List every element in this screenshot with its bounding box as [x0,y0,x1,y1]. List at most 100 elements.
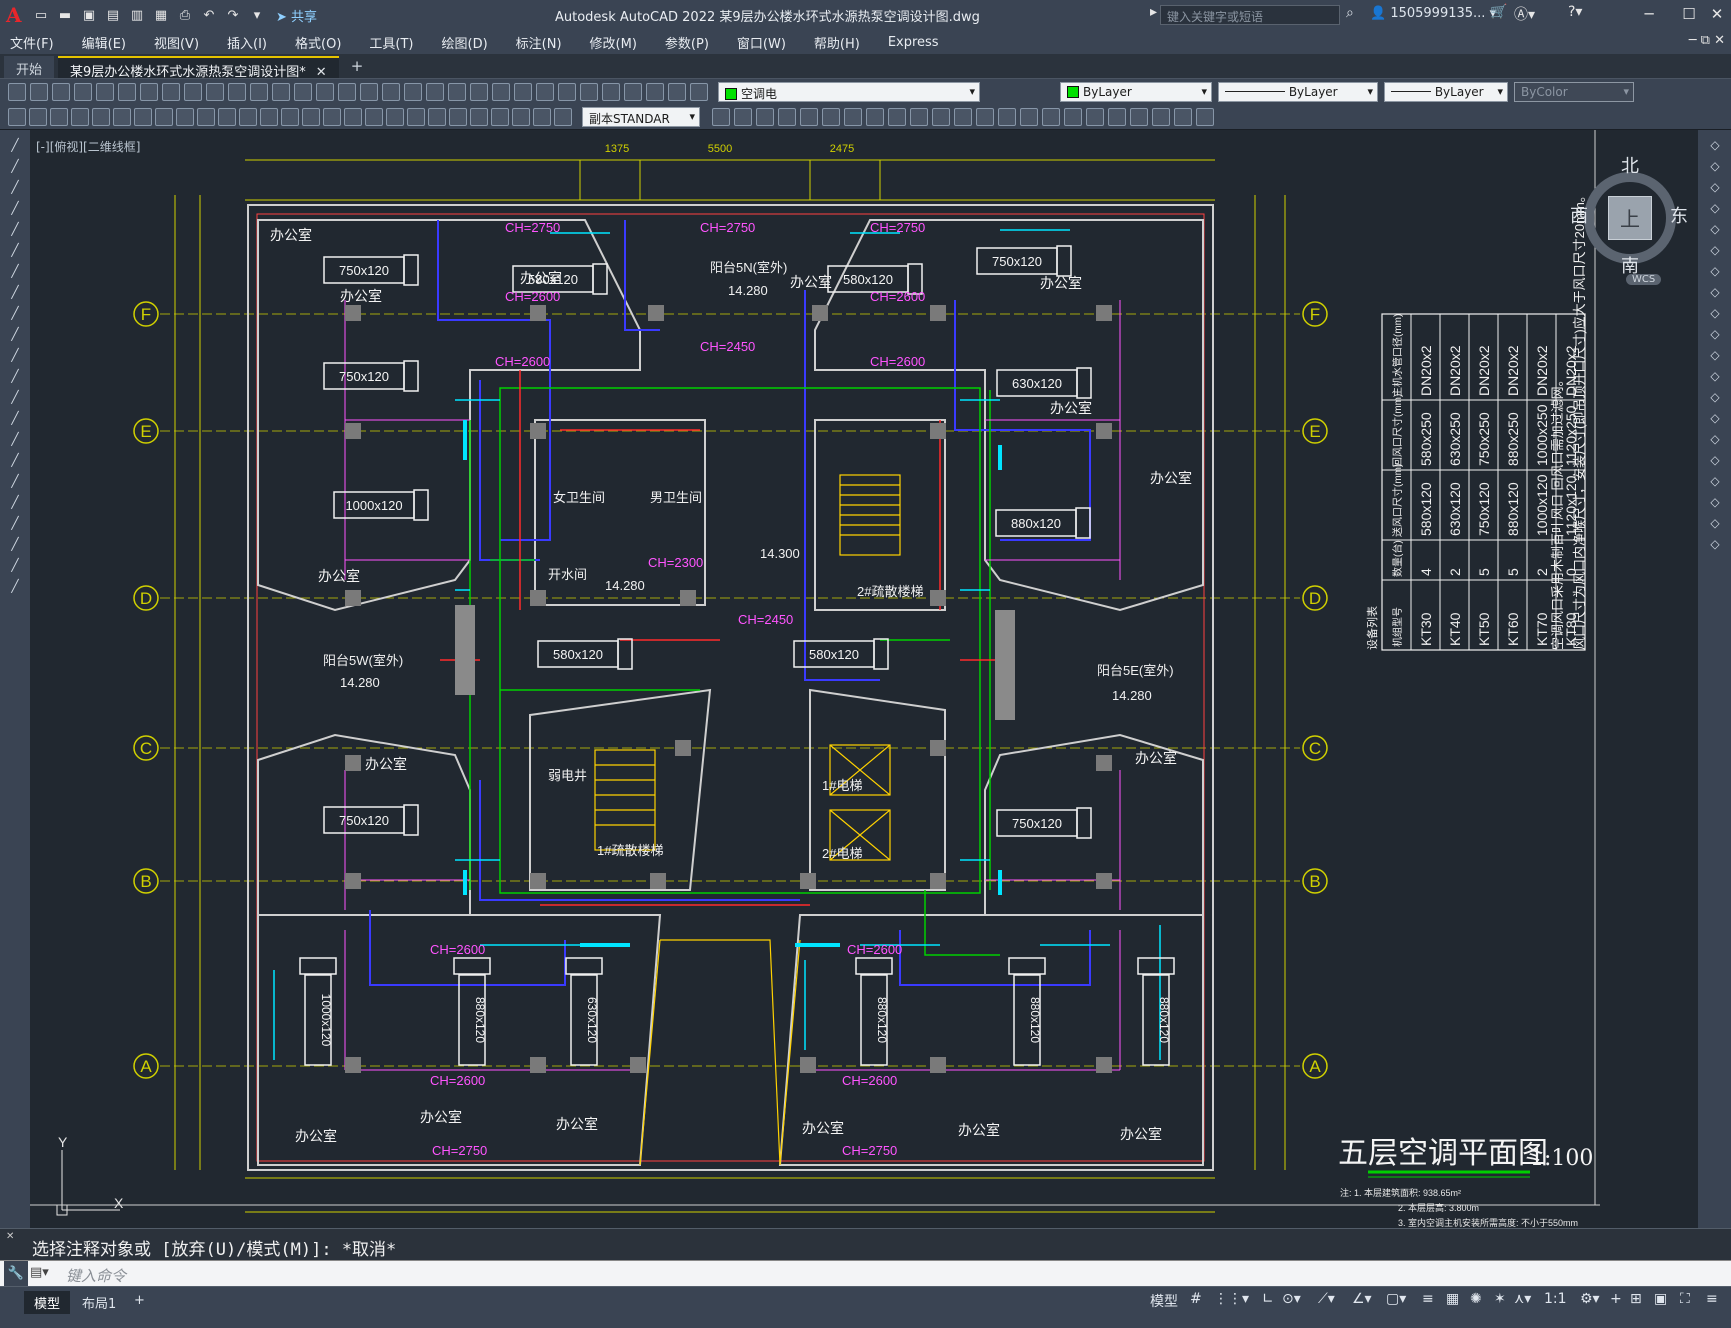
toolbar-tool-icon[interactable] [756,108,774,126]
supply-grille-vertical[interactable]: 880x120 [855,957,893,1066]
toolbar-tool-icon[interactable] [558,83,576,101]
customize-status-icon[interactable]: ≡ [1706,1291,1718,1307]
modify-tool-icon[interactable]: ◇ [1706,327,1724,341]
modify-tool-icon[interactable]: ◇ [1706,453,1724,467]
toolbar-tool-icon[interactable] [134,108,152,126]
modify-tool-icon[interactable]: ◇ [1706,285,1724,299]
print-icon[interactable]: ⎙ [174,4,196,26]
lineweight-dropdown[interactable]: ByLayer ▾ [1384,82,1508,102]
supply-grille[interactable]: 750x120 [976,245,1072,277]
supply-grille-vertical[interactable]: 880x120 [453,957,491,1066]
draw-tool-icon[interactable]: ╱ [6,264,24,278]
toolbar-tool-icon[interactable] [228,83,246,101]
toolbar-tool-icon[interactable] [1064,108,1082,126]
document-window-controls[interactable]: ─ ⧉ ✕ [1689,33,1725,48]
modify-tool-icon[interactable]: ◇ [1706,201,1724,215]
toolbar-tool-icon[interactable] [492,83,510,101]
layer-dropdown[interactable]: 空调电 ▾ [718,82,980,102]
wrench-icon[interactable]: 🔧 [4,1261,28,1287]
isodraft-icon[interactable]: ∠▾ [1352,1291,1372,1307]
plus-icon[interactable]: + [1610,1291,1622,1307]
osnap-tracking-icon[interactable]: ⟋▾ [1318,1291,1335,1307]
annotation-scale-icon[interactable]: ⋏▾ [1514,1291,1531,1307]
toolbar-tool-icon[interactable] [344,108,362,126]
draw-tool-icon[interactable]: ╱ [6,495,24,509]
menu-draw[interactable]: 绘图(D) [442,33,488,52]
customize-icon[interactable]: ▾ [246,4,268,26]
modify-tool-icon[interactable]: ◇ [1706,159,1724,173]
draw-tool-icon[interactable]: ╱ [6,474,24,488]
toolbar-tool-icon[interactable] [533,108,551,126]
toolbar-tool-icon[interactable] [140,83,158,101]
menu-help[interactable]: 帮助(H) [814,33,860,52]
modify-tool-icon[interactable]: ◇ [1706,390,1724,404]
expand-icon[interactable]: ▸ [1150,4,1157,20]
minimize-button[interactable]: ─ [1636,2,1662,26]
menu-modify[interactable]: 修改(M) [590,33,637,52]
supply-grille-vertical[interactable]: 880x120 [1008,957,1046,1066]
toolbar-tool-icon[interactable] [52,83,70,101]
modify-tool-icon[interactable]: ◇ [1706,243,1724,257]
draw-tool-icon[interactable]: ╱ [6,516,24,530]
toolbar-tool-icon[interactable] [976,108,994,126]
toolbar-tool-icon[interactable] [50,108,68,126]
toolbar-tool-icon[interactable] [1042,108,1060,126]
command-recent-icon[interactable]: ▤▾ [30,1265,49,1280]
print-preview-icon[interactable]: ▦ [150,4,172,26]
draw-tool-icon[interactable]: ╱ [6,348,24,362]
menu-view[interactable]: 视图(V) [154,33,199,52]
supply-grille-vertical[interactable]: 1000x120 [299,957,337,1066]
toolbar-tool-icon[interactable] [404,83,422,101]
draw-tool-icon[interactable]: ╱ [6,390,24,404]
draw-tool-icon[interactable]: ╱ [6,453,24,467]
viewcube-top-face[interactable]: 上 [1608,196,1652,240]
supply-grille[interactable]: 750x120 [323,804,419,836]
toolbar-tool-icon[interactable] [162,83,180,101]
toolbar-tool-icon[interactable] [888,108,906,126]
modify-tool-icon[interactable]: ◇ [1706,138,1724,152]
toolbar-tool-icon[interactable] [1152,108,1170,126]
modify-tool-icon[interactable]: ◇ [1706,411,1724,425]
draw-tool-icon[interactable]: ╱ [6,201,24,215]
toolbar-tool-icon[interactable] [1196,108,1214,126]
toolbar-tool-icon[interactable] [778,108,796,126]
modify-tool-icon[interactable]: ◇ [1706,432,1724,446]
undo-icon[interactable]: ↶ [198,4,220,26]
viewport-controls[interactable]: [-][俯视][二维线框] [36,138,140,155]
toolbar-tool-icon[interactable] [96,83,114,101]
toolbar-tool-icon[interactable] [92,108,110,126]
model-space-button[interactable]: 模型 [1150,1291,1178,1311]
draw-tool-icon[interactable]: ╱ [6,369,24,383]
snap-icon[interactable]: ⋮⋮▾ [1214,1291,1249,1307]
toolbar-tool-icon[interactable] [1130,108,1148,126]
transparency-icon[interactable]: ▦ [1446,1291,1459,1307]
draw-tool-icon[interactable]: ╱ [6,285,24,299]
redo-icon[interactable]: ↷ [222,4,244,26]
toolbar-tool-icon[interactable] [323,108,341,126]
hardware-accel-icon[interactable]: ▣ [1654,1291,1667,1307]
toolbar-tool-icon[interactable] [954,108,972,126]
add-layout-icon[interactable]: + [124,1291,155,1310]
toolbar-tool-icon[interactable] [426,83,444,101]
command-line[interactable]: 🔧 ▤▾ 键入命令 [0,1260,1731,1287]
lineweight-icon[interactable]: ≡ [1422,1291,1434,1307]
annotation-visibility-icon[interactable]: ✺ [1470,1291,1482,1307]
supply-grille-vertical[interactable]: 880x120 [1137,957,1175,1066]
toolbar-tool-icon[interactable] [365,108,383,126]
toolbar-tool-icon[interactable] [316,83,334,101]
new-tab-icon[interactable]: + [351,57,364,78]
save-icon[interactable]: ▣ [78,4,100,26]
menu-insert[interactable]: 插入(I) [227,33,267,52]
app-store-icon[interactable]: Ⓐ▾ [1514,4,1535,24]
toolbar-tool-icon[interactable] [8,108,26,126]
draw-tool-icon[interactable]: ╱ [6,537,24,551]
draw-tool-icon[interactable]: ╱ [6,138,24,152]
draw-tool-icon[interactable]: ╱ [6,180,24,194]
toolbar-tool-icon[interactable] [449,108,467,126]
draw-tool-icon[interactable]: ╱ [6,306,24,320]
modify-tool-icon[interactable]: ◇ [1706,537,1724,551]
menu-edit[interactable]: 编辑(E) [82,33,126,52]
user-account[interactable]: 👤 1505999135... ▾ [1370,6,1496,21]
toolbar-tool-icon[interactable] [8,83,26,101]
modify-tool-icon[interactable]: ◇ [1706,516,1724,530]
